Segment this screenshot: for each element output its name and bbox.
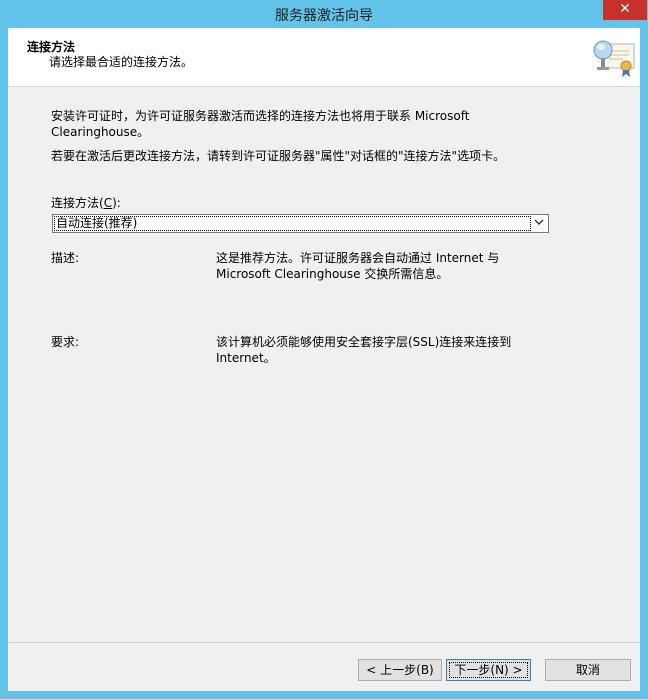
close-icon: ✕ xyxy=(619,1,631,17)
cancel-button[interactable]: 取消 xyxy=(545,659,631,681)
close-button[interactable]: ✕ xyxy=(603,0,647,20)
back-button[interactable]: < 上一步(B) xyxy=(358,659,442,681)
description-label: 描述: xyxy=(51,251,80,265)
next-button[interactable]: 下一步(N) > xyxy=(446,659,531,681)
next-button-label: 下一步(N) > xyxy=(449,662,528,678)
description-text: 这是推荐方法。许可证服务器会自动通过 Internet 与 Microsoft … xyxy=(216,251,500,281)
footer-divider xyxy=(8,642,640,643)
requirements-text: 该计算机必须能够使用安全套接字层(SSL)连接来连接到 Internet。 xyxy=(216,335,512,365)
connection-method-select[interactable]: 自动连接(推荐) xyxy=(52,214,549,233)
change-method-paragraph: 若要在激活后更改连接方法，请转到许可证服务器"属性"对话框的"连接方法"选项卡。 xyxy=(51,149,506,163)
connection-method-label: 连接方法(C): xyxy=(51,196,121,210)
wizard-dialog: 连接方法 请选择最合适的连接方法。 安装许可证时，为许可证服务器激活而选择的连接… xyxy=(8,28,640,691)
window-title: 服务器激活向导 xyxy=(275,8,373,24)
title-bar: 服务器激活向导 ✕ xyxy=(0,0,648,28)
page-subtitle: 请选择最合适的连接方法。 xyxy=(49,55,194,69)
wizard-header: 连接方法 请选择最合适的连接方法。 xyxy=(8,28,640,87)
connection-method-value: 自动连接(推荐) xyxy=(54,216,531,231)
certificate-icon xyxy=(592,36,636,80)
requirements-label: 要求: xyxy=(51,335,80,349)
intro-paragraph: 安装许可证时，为许可证服务器激活而选择的连接方法也将用于联系 Microsoft… xyxy=(51,109,470,139)
chevron-down-icon[interactable] xyxy=(531,216,547,231)
